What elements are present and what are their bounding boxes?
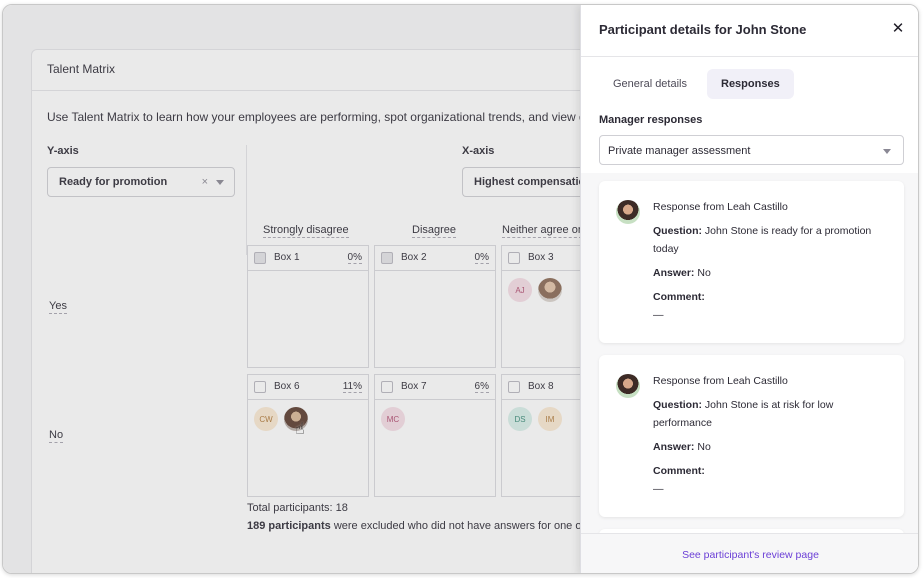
- hand-cursor-icon: ☝: [295, 421, 305, 438]
- chevron-down-icon: [883, 149, 891, 154]
- divider: [581, 56, 918, 57]
- response-card: Response from Leah Castillo Question: Jo…: [599, 181, 904, 343]
- response-comment: —: [653, 483, 664, 495]
- select-value: Private manager assessment: [608, 145, 751, 157]
- response-from: Response from Leah Castillo: [653, 375, 788, 387]
- response-answer: Answer: No: [653, 267, 711, 279]
- response-question: Question: John Stone is ready for a prom…: [653, 225, 872, 255]
- response-card: Response from Leah Castillo Question: Jo…: [599, 355, 904, 517]
- responses-list[interactable]: Response from Leah Castillo Question: Jo…: [581, 173, 918, 533]
- response-comment-label: Comment:: [653, 291, 705, 303]
- tab-responses[interactable]: Responses: [707, 69, 794, 99]
- avatar: [616, 200, 640, 224]
- review-page-link[interactable]: See participant's review page: [682, 549, 819, 561]
- avatar: [616, 374, 640, 398]
- app-window: Talent Matrix Use Talent Matrix to learn…: [2, 4, 919, 574]
- drawer-title: Participant details for John Stone: [599, 22, 807, 37]
- participant-details-drawer: Participant details for John Stone ✕ Gen…: [580, 5, 918, 573]
- response-answer: Answer: No: [653, 441, 711, 453]
- tab-bar: General details Responses: [599, 69, 794, 99]
- response-from: Response from Leah Castillo: [653, 201, 788, 213]
- response-comment-label: Comment:: [653, 465, 705, 477]
- drawer-footer: See participant's review page: [581, 533, 918, 573]
- response-comment: —: [653, 309, 664, 321]
- close-icon[interactable]: ✕: [888, 18, 908, 38]
- manager-responses-select[interactable]: Private manager assessment: [599, 135, 904, 165]
- tab-general-details[interactable]: General details: [599, 69, 701, 99]
- modal-backdrop[interactable]: [3, 5, 581, 573]
- response-question: Question: John Stone is at risk for low …: [653, 399, 834, 429]
- manager-responses-label: Manager responses: [599, 114, 703, 126]
